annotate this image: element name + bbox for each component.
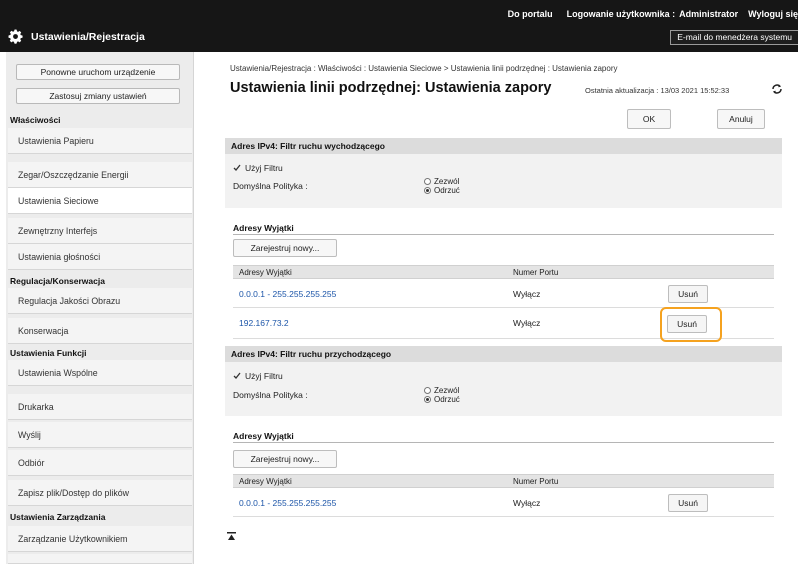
exception-address[interactable]: 0.0.0.1 - 255.255.255.255 [239,289,336,299]
exception-port: Wyłącz [513,498,541,508]
refresh-icon[interactable] [770,82,784,96]
radio-selected-icon [424,187,431,194]
table-row: 0.0.0.1 - 255.255.255.255 Wyłącz Usuń [233,281,774,308]
incoming-allow-radio[interactable]: Zezwól [424,386,459,395]
col-port: Numer Portu [513,268,559,277]
outgoing-table-header: Adresy Wyjątki Numer Portu [233,265,774,279]
logout-link[interactable]: Wyloguj się [748,9,798,19]
incoming-filter-body [225,362,782,416]
sidebar-item-send[interactable]: Wyślij [8,422,192,448]
exception-port: Wyłącz [513,318,541,328]
gear-icon [8,29,23,44]
divider [233,442,774,443]
outgoing-filter-header: Adres IPv4: Filtr ruchu wychodzącego [225,138,782,154]
exception-address[interactable]: 0.0.0.1 - 255.255.255.255 [239,498,336,508]
incoming-policy-label: Domyślna Polityka : [233,390,308,400]
divider [233,234,774,235]
outgoing-register-new-button[interactable]: Zarejestruj nowy... [233,239,337,257]
app-title: Ustawienia/Rejestracja [8,29,145,44]
outgoing-policy-label: Domyślna Polityka : [233,181,308,191]
app-title-text: Ustawienia/Rejestracja [31,30,145,43]
exception-address[interactable]: 192.167.73.2 [239,318,289,328]
restart-device-button[interactable]: Ponowne uruchom urządzenie [16,64,180,80]
apply-changes-button[interactable]: Zastosuj zmiany ustawień [16,88,180,104]
sidebar-item-clock-energy[interactable]: Zegar/Oszczędzanie Energii [8,162,192,188]
outgoing-allow-label: Zezwól [434,177,460,186]
page-title: Ustawienia linii podrzędnej: Ustawienia … [230,80,552,96]
outgoing-use-filter-label: Użyj Filtru [245,163,283,173]
breadcrumb: Ustawienia/Rejestracja : Właściwości : U… [230,64,618,73]
sidebar-item-store-file[interactable]: Zapisz plik/Dostęp do plików [8,480,192,506]
radio-icon [424,387,431,394]
radio-icon [424,178,431,185]
delete-button[interactable]: Usuń [668,494,708,512]
portal-link[interactable]: Do portalu [508,9,553,19]
incoming-deny-label: Odrzuć [434,395,460,404]
login-user-label: Logowanie użytkownika : [566,9,676,19]
highlight-marker [660,307,722,342]
checkmark-icon [233,372,241,379]
sidebar-item-external-interface[interactable]: Zewnętrzny Interfejs [8,218,192,244]
sidebar-item-maintenance[interactable]: Konserwacja [8,318,192,344]
incoming-table-header: Adresy Wyjątki Numer Portu [233,474,774,488]
sidebar-item-volume[interactable]: Ustawienia głośności [8,244,192,270]
col-address: Adresy Wyjątki [239,268,292,277]
incoming-exceptions-title: Adresy Wyjątki [233,431,294,441]
col-address: Adresy Wyjątki [239,477,292,486]
cancel-button[interactable]: Anuluj [717,109,765,129]
incoming-deny-radio[interactable]: Odrzuć [424,395,460,404]
ok-button[interactable]: OK [627,109,671,129]
incoming-use-filter-checkbox[interactable]: Użyj Filtru [233,371,283,381]
sidebar-group-function-settings: Ustawienia Funkcji [10,348,87,358]
sidebar-item-paper[interactable]: Ustawienia Papieru [8,128,192,154]
incoming-allow-label: Zezwól [434,386,460,395]
sidebar-group-properties: Właściwości [10,115,61,125]
admin-name: Administrator [679,9,739,19]
outgoing-filter-body [225,154,782,208]
sidebar-item-common-settings[interactable]: Ustawienia Wspólne [8,360,192,386]
top-header: Do portalu Logowanie użytkownika : Admin… [0,0,798,52]
scroll-top-icon[interactable] [227,532,236,541]
radio-selected-icon [424,396,431,403]
outgoing-exceptions-title: Adresy Wyjątki [233,223,294,233]
incoming-filter-header: Adres IPv4: Filtr ruchu przychodzącego [225,346,782,362]
col-port: Numer Portu [513,477,559,486]
outgoing-use-filter-checkbox[interactable]: Użyj Filtru [233,163,283,173]
last-update: Ostatnia aktualizacja : 13/03 2021 15:52… [585,86,730,95]
delete-button[interactable]: Usuń [668,285,708,303]
incoming-register-new-button[interactable]: Zarejestruj nowy... [233,450,337,468]
sidebar-item-printer[interactable]: Drukarka [8,394,192,420]
table-row: 0.0.0.1 - 255.255.255.255 Wyłącz Usuń [233,490,774,517]
email-admin-link[interactable]: E-mail do menedżera systemu [670,30,798,45]
sidebar-item-network[interactable]: Ustawienia Sieciowe [8,188,192,214]
incoming-use-filter-label: Użyj Filtru [245,371,283,381]
outgoing-deny-label: Odrzuć [434,186,460,195]
sidebar-item-user-management[interactable]: Zarządzanie Użytkownikiem [8,526,192,552]
sidebar-item-partial [8,554,192,564]
exception-port: Wyłącz [513,289,541,299]
sidebar-group-management: Ustawienia Zarządzania [10,512,106,522]
sidebar-group-maintenance: Regulacja/Konserwacja [10,276,105,286]
checkmark-icon [233,164,241,171]
sidebar: Ponowne uruchom urządzenie Zastosuj zmia… [6,52,194,564]
sidebar-item-receive[interactable]: Odbiór [8,450,192,476]
top-links: Do portalu Logowanie użytkownika : Admin… [498,7,798,21]
sidebar-item-image-quality[interactable]: Regulacja Jakości Obrazu [8,288,192,314]
outgoing-deny-radio[interactable]: Odrzuć [424,186,460,195]
outgoing-allow-radio[interactable]: Zezwól [424,177,459,186]
